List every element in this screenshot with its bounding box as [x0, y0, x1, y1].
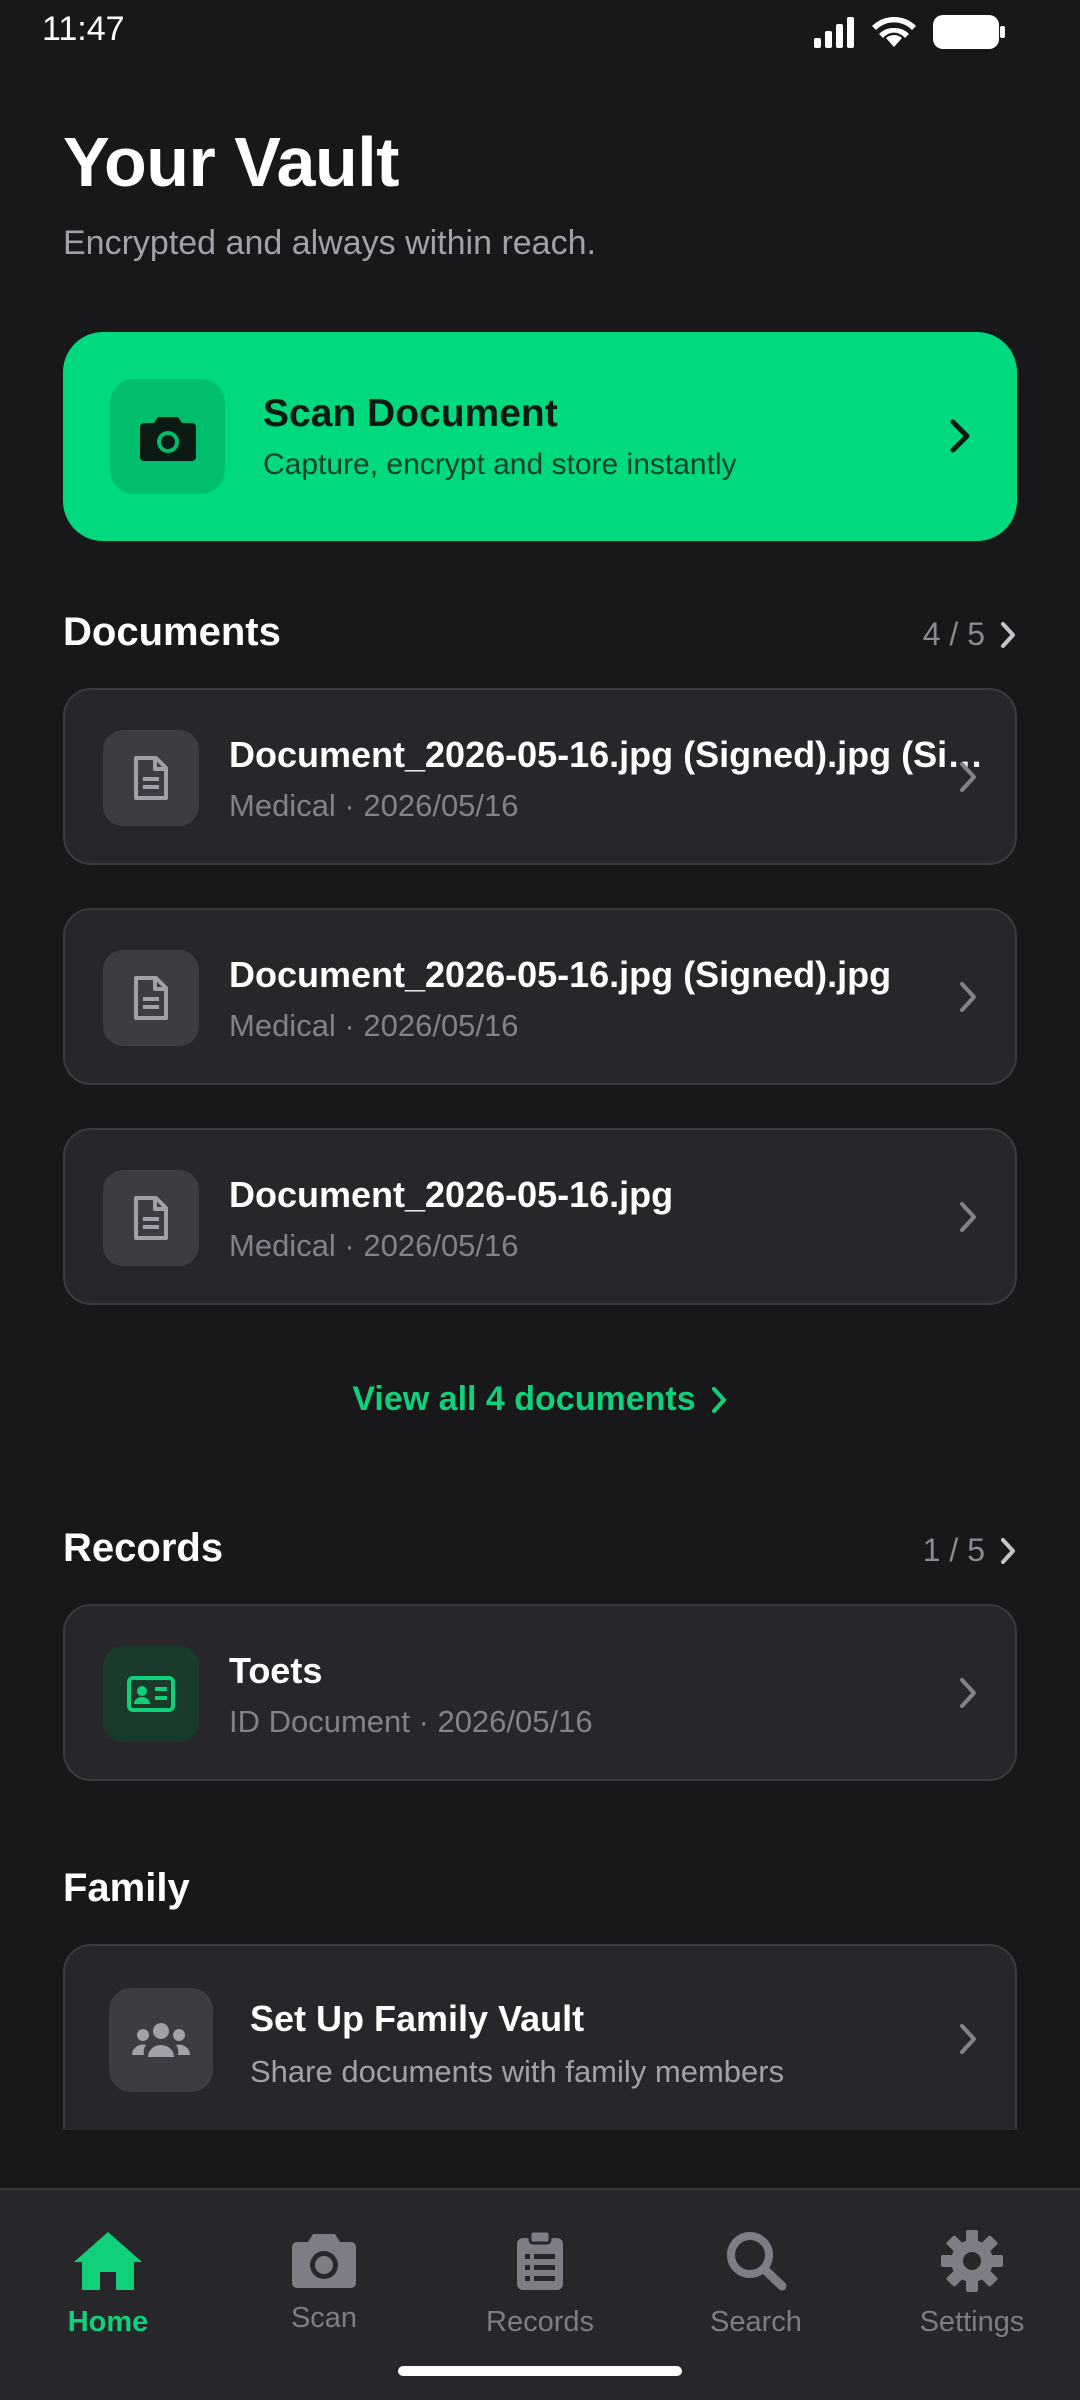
- gear-icon: [941, 2230, 1003, 2292]
- document-icon-box: [103, 950, 199, 1046]
- camera-icon: [292, 2234, 356, 2288]
- document-icon: [134, 976, 168, 1020]
- nav-scan-label: Scan: [290, 2302, 358, 2334]
- nav-home[interactable]: Home: [0, 2230, 216, 2339]
- nav-scan[interactable]: Scan: [216, 2230, 432, 2335]
- documents-section-title: Documents: [63, 610, 281, 654]
- chevron-right-icon: [1001, 621, 1015, 648]
- records-count-link[interactable]: 1 / 5: [923, 1532, 1017, 1569]
- id-card-icon: [127, 1676, 175, 1712]
- setup-family-vault-button[interactable]: Set Up Family Vault Share documents with…: [63, 1944, 1017, 2130]
- search-icon: [727, 2232, 787, 2291]
- document-meta: Medical · 2026/05/16: [229, 788, 519, 823]
- page-subtitle: Encrypted and always within reach.: [63, 224, 596, 262]
- scan-document-title: Scan Document: [263, 392, 558, 435]
- record-meta: ID Document · 2026/05/16: [229, 1704, 593, 1739]
- chevron-right-icon: [950, 419, 970, 453]
- page-title: Your Vault: [63, 123, 399, 201]
- view-all-documents-label: View all 4 documents: [352, 1380, 696, 1418]
- document-list-item[interactable]: Document_2026-05-16.jpg (Signed).jpg (Si…: [63, 688, 1017, 865]
- nav-settings-label: Settings: [919, 2306, 1025, 2338]
- nav-search-label: Search: [710, 2306, 802, 2338]
- documents-count-link[interactable]: 4 / 5: [923, 616, 1017, 653]
- document-meta: Medical · 2026/05/16: [229, 1228, 519, 1263]
- chevron-right-icon: [960, 1678, 976, 1708]
- scan-document-subtitle: Capture, encrypt and store instantly: [263, 448, 737, 481]
- nav-records[interactable]: Records: [432, 2230, 648, 2339]
- wifi-icon: [872, 16, 916, 47]
- id-card-icon-box: [103, 1646, 199, 1742]
- users-icon: [132, 2023, 190, 2057]
- camera-icon-box: [110, 379, 225, 494]
- clipboard-icon: [517, 2230, 563, 2290]
- document-icon: [134, 1196, 168, 1240]
- chevron-right-icon: [960, 762, 976, 792]
- status-bar: 11:47: [0, 0, 1080, 62]
- chevron-right-icon: [960, 982, 976, 1012]
- document-list-item[interactable]: Document_2026-05-16.jpg (Signed).jpg Med…: [63, 908, 1017, 1085]
- family-section-title: Family: [63, 1866, 190, 1910]
- header: Your Vault Encrypted and always within r…: [63, 122, 596, 263]
- battery-icon: [933, 15, 1005, 49]
- nav-settings[interactable]: Settings: [864, 2230, 1080, 2339]
- document-meta: Medical · 2026/05/16: [229, 1008, 519, 1043]
- scan-document-button[interactable]: Scan Document Capture, encrypt and store…: [63, 332, 1017, 541]
- camera-icon: [139, 416, 196, 461]
- family-section-header: Family: [63, 1866, 1017, 1916]
- nav-records-label: Records: [486, 2306, 594, 2338]
- family-card-title: Set Up Family Vault: [250, 1998, 585, 2039]
- record-title: Toets: [229, 1650, 323, 1691]
- document-title: Document_2026-05-16.jpg (Signed).jpg: [229, 954, 892, 995]
- document-icon: [134, 756, 168, 800]
- document-icon-box: [103, 730, 199, 826]
- chevron-right-icon: [711, 1386, 726, 1413]
- chevron-right-icon: [1001, 1537, 1015, 1564]
- records-section-title: Records: [63, 1526, 224, 1570]
- documents-section-header: Documents 4 / 5: [63, 610, 1017, 660]
- records-section-header: Records 1 / 5: [63, 1526, 1017, 1576]
- nav-search[interactable]: Search: [648, 2230, 864, 2339]
- family-icon-box: [109, 1988, 213, 2092]
- documents-count: 4 / 5: [922, 616, 985, 652]
- chevron-right-icon: [960, 1202, 976, 1232]
- nav-home-label: Home: [67, 2306, 149, 2338]
- status-time: 11:47: [42, 10, 125, 48]
- home-indicator[interactable]: [398, 2366, 682, 2376]
- status-icons: [812, 14, 1006, 50]
- record-list-item[interactable]: Toets ID Document · 2026/05/16: [63, 1604, 1017, 1781]
- document-title: Document_2026-05-16.jpg (Signed).jpg (Si…: [229, 734, 989, 775]
- home-icon: [74, 2232, 142, 2290]
- view-all-documents-link[interactable]: View all 4 documents: [0, 1380, 1080, 1419]
- family-card-subtitle: Share documents with family members: [250, 2054, 785, 2089]
- records-count: 1 / 5: [922, 1532, 985, 1568]
- document-title: Document_2026-05-16.jpg: [229, 1174, 674, 1215]
- document-icon-box: [103, 1170, 199, 1266]
- signal-icon: [814, 17, 854, 48]
- chevron-right-icon: [960, 2024, 976, 2054]
- document-list-item[interactable]: Document_2026-05-16.jpg Medical · 2026/0…: [63, 1128, 1017, 1305]
